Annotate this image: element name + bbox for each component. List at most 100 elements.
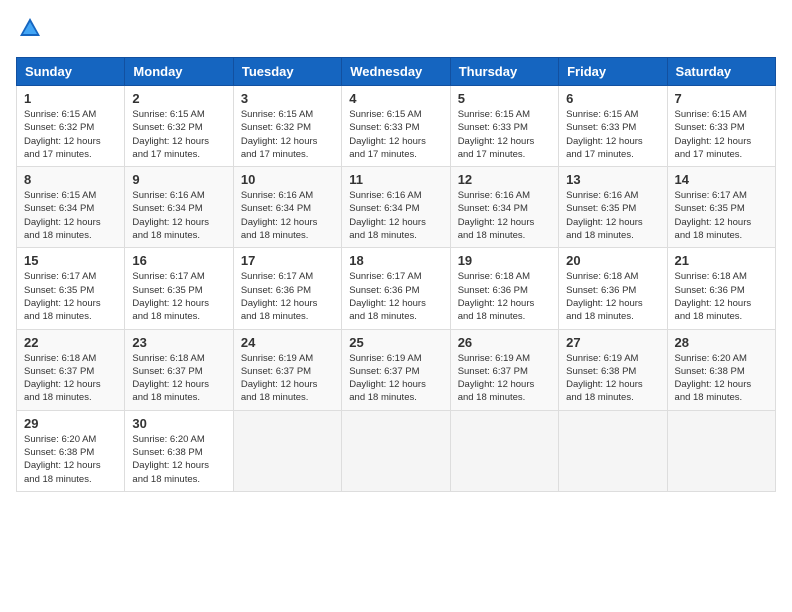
calendar-cell xyxy=(450,410,558,491)
day-number: 18 xyxy=(349,253,442,268)
calendar-cell xyxy=(559,410,667,491)
day-number: 5 xyxy=(458,91,551,106)
day-number: 16 xyxy=(132,253,225,268)
cell-info: Sunrise: 6:18 AMSunset: 6:36 PMDaylight:… xyxy=(458,270,551,323)
calendar-week-row: 29 Sunrise: 6:20 AMSunset: 6:38 PMDayligh… xyxy=(17,410,776,491)
day-header-sunday: Sunday xyxy=(17,58,125,86)
cell-info: Sunrise: 6:15 AMSunset: 6:33 PMDaylight:… xyxy=(566,108,659,161)
calendar-cell: 16Sunrise: 6:17 AMSunset: 6:35 PMDayligh… xyxy=(125,248,233,329)
calendar-cell: 15 Sunrise: 6:17 AMSunset: 6:35 PMDayligh… xyxy=(17,248,125,329)
calendar-cell: 6 Sunrise: 6:15 AMSunset: 6:33 PMDaylight… xyxy=(559,86,667,167)
day-header-monday: Monday xyxy=(125,58,233,86)
cell-info: Sunrise: 6:19 AMSunset: 6:37 PMDaylight:… xyxy=(349,352,442,405)
day-number: 28 xyxy=(675,335,768,350)
cell-info: Sunrise: 6:18 AMSunset: 6:37 PMDaylight:… xyxy=(132,352,225,405)
logo xyxy=(16,16,42,45)
calendar-cell: 11Sunrise: 6:16 AMSunset: 6:34 PMDayligh… xyxy=(342,167,450,248)
calendar-cell: 3 Sunrise: 6:15 AMSunset: 6:32 PMDaylight… xyxy=(233,86,341,167)
calendar-cell xyxy=(233,410,341,491)
cell-info: Sunrise: 6:18 AMSunset: 6:36 PMDaylight:… xyxy=(675,270,768,323)
calendar-cell: 19 Sunrise: 6:18 AMSunset: 6:36 PMDayligh… xyxy=(450,248,558,329)
calendar-week-row: 8 Sunrise: 6:15 AMSunset: 6:34 PMDaylight… xyxy=(17,167,776,248)
day-number: 2 xyxy=(132,91,225,106)
day-number: 17 xyxy=(241,253,334,268)
day-number: 8 xyxy=(24,172,117,187)
calendar-cell: 4 Sunrise: 6:15 AMSunset: 6:33 PMDaylight… xyxy=(342,86,450,167)
cell-info: Sunrise: 6:17 AMSunset: 6:35 PMDaylight:… xyxy=(24,270,117,323)
day-number: 25 xyxy=(349,335,442,350)
day-number: 12 xyxy=(458,172,551,187)
calendar-cell: 10Sunrise: 6:16 AMSunset: 6:34 PMDayligh… xyxy=(233,167,341,248)
day-number: 10 xyxy=(241,172,334,187)
calendar-cell: 27 Sunrise: 6:19 AMSunset: 6:38 PMDayligh… xyxy=(559,329,667,410)
cell-info: Sunrise: 6:16 AMSunset: 6:34 PMDaylight:… xyxy=(349,189,442,242)
day-number: 26 xyxy=(458,335,551,350)
cell-info: Sunrise: 6:16 AMSunset: 6:34 PMDaylight:… xyxy=(132,189,225,242)
calendar-cell xyxy=(342,410,450,491)
cell-info: Sunrise: 6:15 AMSunset: 6:34 PMDaylight:… xyxy=(24,189,117,242)
calendar-cell: 25 Sunrise: 6:19 AMSunset: 6:37 PMDayligh… xyxy=(342,329,450,410)
calendar-cell: 20 Sunrise: 6:18 AMSunset: 6:36 PMDayligh… xyxy=(559,248,667,329)
calendar-cell: 1Sunrise: 6:15 AMSunset: 6:32 PMDaylight… xyxy=(17,86,125,167)
cell-info: Sunrise: 6:20 AMSunset: 6:38 PMDaylight:… xyxy=(132,433,225,486)
cell-info: Sunrise: 6:15 AMSunset: 6:33 PMDaylight:… xyxy=(349,108,442,161)
calendar-cell: 29 Sunrise: 6:20 AMSunset: 6:38 PMDayligh… xyxy=(17,410,125,491)
calendar-cell: 30 Sunrise: 6:20 AMSunset: 6:38 PMDayligh… xyxy=(125,410,233,491)
calendar-cell: 9 Sunrise: 6:16 AMSunset: 6:34 PMDaylight… xyxy=(125,167,233,248)
day-number: 30 xyxy=(132,416,225,431)
calendar-cell: 8 Sunrise: 6:15 AMSunset: 6:34 PMDaylight… xyxy=(17,167,125,248)
cell-info: Sunrise: 6:15 AMSunset: 6:33 PMDaylight:… xyxy=(458,108,551,161)
cell-info: Sunrise: 6:19 AMSunset: 6:37 PMDaylight:… xyxy=(458,352,551,405)
cell-info: Sunrise: 6:17 AMSunset: 6:35 PMDaylight:… xyxy=(675,189,768,242)
day-number: 20 xyxy=(566,253,659,268)
cell-info: Sunrise: 6:15 AMSunset: 6:32 PMDaylight:… xyxy=(132,108,225,161)
calendar-cell: 12 Sunrise: 6:16 AMSunset: 6:34 PMDayligh… xyxy=(450,167,558,248)
calendar-week-row: 15 Sunrise: 6:17 AMSunset: 6:35 PMDayligh… xyxy=(17,248,776,329)
calendar-cell: 13Sunrise: 6:16 AMSunset: 6:35 PMDayligh… xyxy=(559,167,667,248)
calendar-cell: 26 Sunrise: 6:19 AMSunset: 6:37 PMDayligh… xyxy=(450,329,558,410)
cell-info: Sunrise: 6:17 AMSunset: 6:36 PMDaylight:… xyxy=(241,270,334,323)
cell-info: Sunrise: 6:15 AMSunset: 6:32 PMDaylight:… xyxy=(24,108,117,161)
calendar-week-row: 22 Sunrise: 6:18 AMSunset: 6:37 PMDayligh… xyxy=(17,329,776,410)
day-number: 9 xyxy=(132,172,225,187)
calendar-cell: 23 Sunrise: 6:18 AMSunset: 6:37 PMDayligh… xyxy=(125,329,233,410)
calendar-cell: 24 Sunrise: 6:19 AMSunset: 6:37 PMDayligh… xyxy=(233,329,341,410)
cell-info: Sunrise: 6:15 AMSunset: 6:32 PMDaylight:… xyxy=(241,108,334,161)
calendar-cell: 5 Sunrise: 6:15 AMSunset: 6:33 PMDaylight… xyxy=(450,86,558,167)
day-number: 19 xyxy=(458,253,551,268)
cell-info: Sunrise: 6:20 AMSunset: 6:38 PMDaylight:… xyxy=(675,352,768,405)
day-number: 27 xyxy=(566,335,659,350)
calendar-cell: 17 Sunrise: 6:17 AMSunset: 6:36 PMDayligh… xyxy=(233,248,341,329)
calendar-cell: 14 Sunrise: 6:17 AMSunset: 6:35 PMDayligh… xyxy=(667,167,775,248)
calendar-cell xyxy=(667,410,775,491)
logo-icon xyxy=(18,16,42,40)
cell-info: Sunrise: 6:16 AMSunset: 6:34 PMDaylight:… xyxy=(458,189,551,242)
page-header xyxy=(16,16,776,45)
day-number: 14 xyxy=(675,172,768,187)
cell-info: Sunrise: 6:20 AMSunset: 6:38 PMDaylight:… xyxy=(24,433,117,486)
calendar-cell: 7 Sunrise: 6:15 AMSunset: 6:33 PMDaylight… xyxy=(667,86,775,167)
calendar-cell: 28 Sunrise: 6:20 AMSunset: 6:38 PMDayligh… xyxy=(667,329,775,410)
cell-info: Sunrise: 6:18 AMSunset: 6:36 PMDaylight:… xyxy=(566,270,659,323)
day-number: 29 xyxy=(24,416,117,431)
cell-info: Sunrise: 6:19 AMSunset: 6:37 PMDaylight:… xyxy=(241,352,334,405)
day-number: 3 xyxy=(241,91,334,106)
day-number: 24 xyxy=(241,335,334,350)
cell-info: Sunrise: 6:16 AMSunset: 6:35 PMDaylight:… xyxy=(566,189,659,242)
day-number: 7 xyxy=(675,91,768,106)
day-number: 4 xyxy=(349,91,442,106)
day-number: 23 xyxy=(132,335,225,350)
day-header-saturday: Saturday xyxy=(667,58,775,86)
calendar: SundayMondayTuesdayWednesdayThursdayFrid… xyxy=(16,57,776,492)
day-number: 6 xyxy=(566,91,659,106)
calendar-cell: 22Sunrise: 6:18 AMSunset: 6:37 PMDayligh… xyxy=(17,329,125,410)
day-number: 22 xyxy=(24,335,117,350)
day-number: 15 xyxy=(24,253,117,268)
calendar-cell: 2 Sunrise: 6:15 AMSunset: 6:32 PMDaylight… xyxy=(125,86,233,167)
cell-info: Sunrise: 6:15 AMSunset: 6:33 PMDaylight:… xyxy=(675,108,768,161)
day-header-friday: Friday xyxy=(559,58,667,86)
calendar-cell: 21Sunrise: 6:18 AMSunset: 6:36 PMDayligh… xyxy=(667,248,775,329)
calendar-week-row: 1Sunrise: 6:15 AMSunset: 6:32 PMDaylight… xyxy=(17,86,776,167)
day-header-wednesday: Wednesday xyxy=(342,58,450,86)
cell-info: Sunrise: 6:19 AMSunset: 6:38 PMDaylight:… xyxy=(566,352,659,405)
